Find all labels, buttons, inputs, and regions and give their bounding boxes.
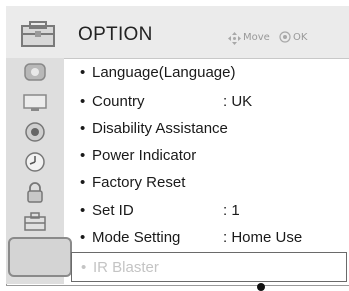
option-set-id[interactable]: • Set ID : 1 — [66, 198, 348, 224]
bullet: • — [80, 64, 86, 81]
option-label: Power Indicator — [92, 147, 197, 164]
page-title: OPTION — [78, 24, 153, 45]
bullet: • — [80, 120, 86, 137]
tv-menu-screen: OPTION Move OK • Language(Language) • Co… — [0, 0, 349, 291]
option-label: Factory Reset — [92, 174, 186, 191]
option-value: : 1 — [223, 202, 240, 219]
hint-move-label: Move — [243, 32, 270, 43]
option-power-indicator[interactable]: • Power Indicator — [66, 143, 348, 169]
audio-icon — [25, 122, 45, 142]
sidebar-item-audio[interactable] — [6, 118, 64, 146]
option-disability-assistance[interactable]: • Disability Assistance — [66, 116, 348, 142]
sidebar-item-picture[interactable] — [6, 58, 64, 86]
ok-circle-icon — [279, 31, 291, 43]
sidebar-item-lock[interactable] — [6, 178, 64, 206]
sidebar-item-option[interactable] — [6, 208, 64, 236]
option-label: Mode Setting — [92, 229, 181, 246]
sidebar-item-screen[interactable] — [6, 88, 64, 116]
bullet: • — [80, 229, 86, 246]
sidebar-selection-highlight — [8, 237, 72, 277]
option-list: • Language(Language) • Country : UK • Di… — [66, 58, 348, 284]
sidebar-item-time[interactable] — [6, 148, 64, 176]
clock-icon — [25, 152, 45, 172]
bullet: • — [80, 202, 86, 219]
option-mode-setting[interactable]: • Mode Setting : Home Use — [66, 225, 348, 251]
option-toolbox-icon — [21, 21, 55, 47]
option-ir-blaster[interactable]: • IR Blaster — [71, 252, 347, 282]
option-value: : UK — [223, 93, 253, 110]
picture-icon — [24, 63, 46, 81]
option-label: IR Blaster — [93, 259, 159, 276]
hint-ok-label: OK — [293, 32, 308, 43]
option-icon — [24, 212, 46, 231]
option-label: Set ID — [92, 202, 134, 219]
four-way-arrow-icon — [228, 32, 241, 45]
bullet: • — [80, 147, 86, 164]
bullet: • — [80, 174, 86, 191]
bullet: • — [80, 93, 86, 110]
option-factory-reset[interactable]: • Factory Reset — [66, 170, 348, 196]
screen-icon — [23, 94, 47, 111]
option-label: Disability Assistance — [92, 120, 228, 137]
option-language[interactable]: • Language(Language) — [66, 60, 348, 86]
option-label: Country — [92, 93, 145, 110]
option-country[interactable]: • Country : UK — [66, 89, 348, 115]
option-label: Language(Language) — [92, 64, 236, 81]
pointer-cursor-dot — [257, 283, 265, 291]
bullet: • — [81, 259, 87, 276]
lock-icon — [27, 182, 43, 203]
option-value: : Home Use — [223, 229, 303, 246]
